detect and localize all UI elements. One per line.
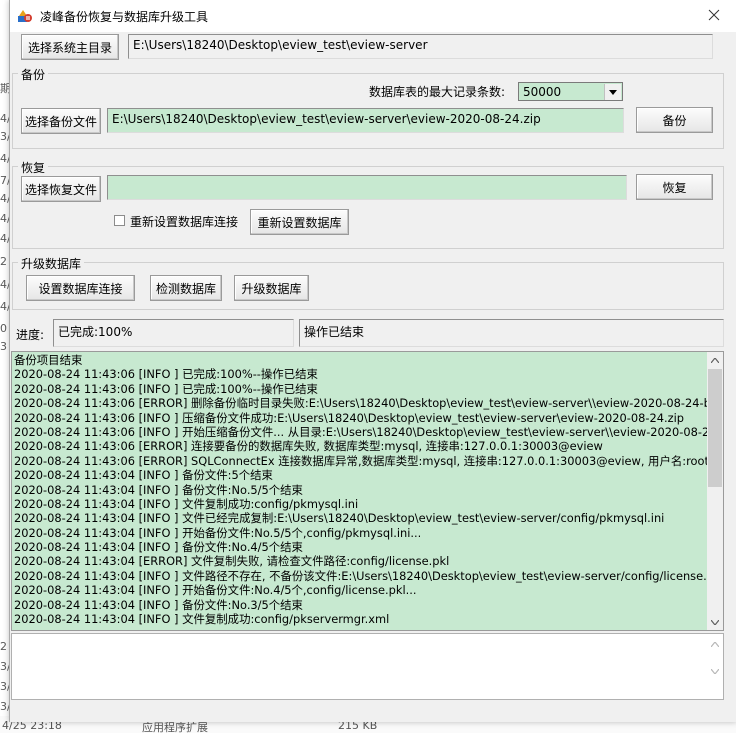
- backup-file-field[interactable]: E:\Users\18240\Desktop\eview_test\eview-…: [107, 108, 624, 133]
- log-line: 2020-08-24 11:43:06 [INFO ] 已完成:100%--操作…: [14, 381, 318, 396]
- scroll-up-icon[interactable]: [707, 636, 723, 652]
- log-line: 2020-08-24 11:43:04 [INFO ] 备份文件:5个结束: [14, 468, 273, 483]
- log-line: 2020-08-24 11:43:04 [INFO ] 备份文件:No.5/5个…: [14, 482, 303, 497]
- log-line: 2020-08-24 11:43:04 [INFO ] 备份文件:No.3/5个…: [14, 597, 303, 612]
- check-db-button[interactable]: 检测数据库: [150, 275, 222, 301]
- set-db-connection-button[interactable]: 设置数据库连接: [26, 275, 135, 301]
- max-records-label: 数据库表的最大记录条数:: [369, 85, 506, 99]
- log-line: 2020-08-24 11:43:04 [INFO ] 开始备份文件:No.5/…: [14, 525, 422, 540]
- tool-window: 凌峰备份恢复与数据库升级工具 选择系统主目录 E:\Users\18240\De…: [9, 0, 736, 722]
- log-line: 备份项目结束: [14, 353, 83, 367]
- log-line: 2020-08-24 11:43:04 [INFO ] 备份文件:No.4/5个…: [14, 540, 303, 555]
- select-backup-file-button[interactable]: 选择备份文件: [21, 108, 101, 134]
- reset-conn-checkbox-label: 重新设置数据库连接: [130, 215, 239, 229]
- log-line: 2020-08-24 11:43:04 [INFO ] 文件复制成功:confi…: [14, 612, 390, 627]
- log-lines: 备份项目结束 2020-08-24 11:43:06 [INFO ] 已完成:10…: [14, 353, 709, 626]
- log-line: 2020-08-24 11:43:04 [INFO ] 文件复制成功:confi…: [14, 496, 359, 511]
- log-line: 2020-08-24 11:43:06 [ERROR] 删除备份临时目录失败:E…: [14, 396, 709, 411]
- background-date-fragment: 2: [0, 255, 7, 268]
- log-textarea[interactable]: 备份项目结束 2020-08-24 11:43:06 [INFO ] 已完成:10…: [11, 351, 724, 631]
- scroll-down-icon[interactable]: [707, 614, 723, 630]
- chevron-down-icon[interactable]: [604, 84, 621, 100]
- backup-button[interactable]: 备份: [636, 107, 713, 133]
- log-line: 2020-08-24 11:43:04 [INFO ] 文件路径不存在, 不备份…: [14, 568, 709, 583]
- close-icon: [708, 9, 720, 24]
- max-records-value: 50000: [523, 85, 562, 99]
- background-date-fragment: 3: [0, 340, 7, 353]
- log-line: 2020-08-24 11:43:04 [INFO ] 文件已经完成复制:E:\…: [14, 511, 665, 526]
- secondary-log-scrollbar[interactable]: [707, 634, 723, 699]
- restore-button[interactable]: 恢复: [636, 174, 713, 200]
- title-bar: 凌峰备份恢复与数据库升级工具: [10, 0, 736, 32]
- close-button[interactable]: [691, 0, 736, 32]
- restore-file-field[interactable]: [107, 175, 627, 200]
- window-title: 凌峰备份恢复与数据库升级工具: [40, 10, 209, 24]
- log-line: 2020-08-24 11:43:06 [ERROR] 连接要备份的数据库失败,…: [14, 439, 603, 454]
- secondary-log-textarea[interactable]: [11, 633, 724, 700]
- log-line: 2020-08-24 11:43:04 [INFO ] 开始备份文件:No.4/…: [14, 583, 417, 598]
- select-restore-file-button[interactable]: 选择恢复文件: [21, 176, 101, 202]
- scroll-up-icon[interactable]: [707, 352, 723, 368]
- app-icon: [16, 7, 34, 25]
- progress-value-field: 已完成:100%: [53, 319, 294, 347]
- log-line: 2020-08-24 11:43:06 [INFO ] 压缩备份文件成功:E:\…: [14, 410, 685, 425]
- background-date-fragment: 0: [0, 322, 7, 335]
- max-records-select[interactable]: 50000: [518, 82, 623, 101]
- progress-label: 进度:: [16, 328, 45, 342]
- progress-status-field: 操作已结束: [299, 319, 724, 347]
- backup-group-label: 备份: [18, 66, 49, 83]
- restore-group-label: 恢复: [18, 159, 49, 176]
- reset-db-button[interactable]: 重新设置数据库: [250, 209, 349, 235]
- reset-conn-checkbox[interactable]: [114, 215, 125, 226]
- select-main-dir-button[interactable]: 选择系统主目录: [21, 34, 119, 60]
- upgrade-db-button[interactable]: 升级数据库: [234, 275, 309, 301]
- scroll-down-icon[interactable]: [707, 663, 723, 679]
- log-line: 2020-08-24 11:43:06 [INFO ] 已完成:100%--操作…: [14, 367, 318, 382]
- background-date-fragment: 2: [0, 640, 7, 653]
- log-line: 2020-08-24 11:43:06 [INFO ] 开始压缩备份文件... …: [14, 424, 709, 439]
- log-scrollbar[interactable]: [707, 352, 723, 630]
- scroll-thumb[interactable]: [708, 369, 722, 487]
- log-line: 2020-08-24 11:43:04 [ERROR] 文件复制失败, 请检查文…: [14, 554, 450, 569]
- main-dir-field[interactable]: E:\Users\18240\Desktop\eview_test\eview-…: [128, 34, 713, 59]
- upgrade-group-label: 升级数据库: [18, 255, 85, 272]
- log-line: 2020-08-24 11:43:06 [ERROR] SQLConnectEx…: [14, 453, 709, 468]
